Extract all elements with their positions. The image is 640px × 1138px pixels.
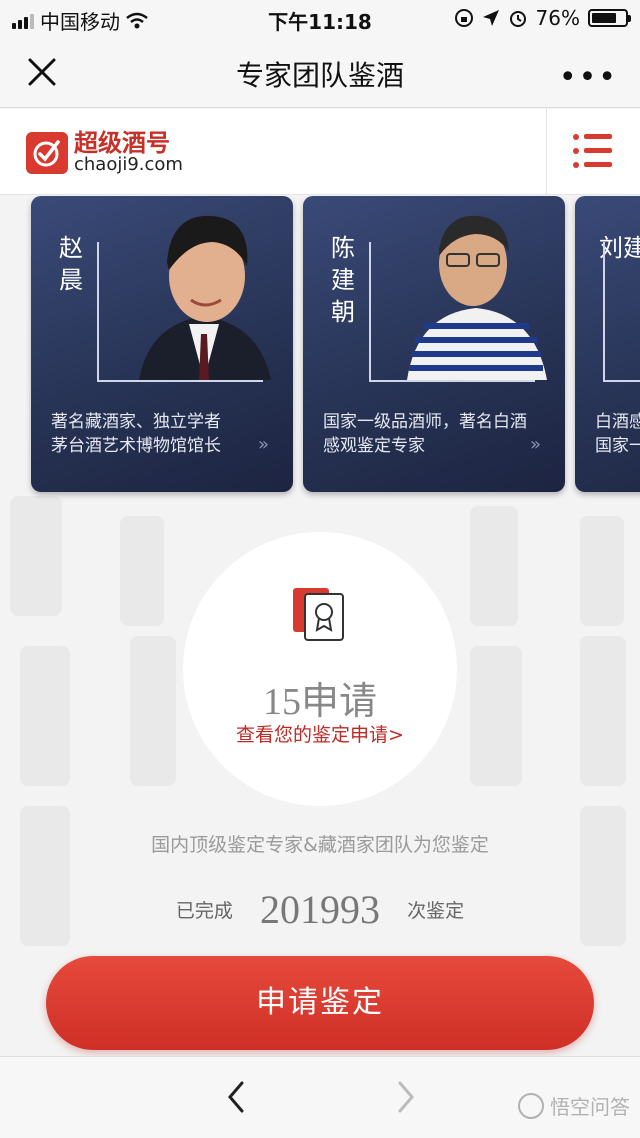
bottle-decoration: [120, 516, 164, 626]
nav-bar: 专家团队鉴酒 •••: [0, 36, 640, 108]
expert-photo: [407, 215, 547, 380]
bottle-decoration: [470, 646, 522, 786]
expert-photo: [139, 215, 271, 380]
brand-header: 超级酒号 chaoji9.com: [0, 109, 640, 195]
bottle-decoration: [130, 636, 176, 786]
stats-suffix: 次鉴定: [407, 900, 465, 922]
stats-prefix: 已完成: [175, 900, 233, 922]
expert-card[interactable]: 刘建 白酒感 国家一: [575, 196, 640, 492]
expert-desc-line: 国家一: [595, 436, 640, 456]
expert-card[interactable]: 赵晨 著名藏酒家、独立学者 茅台酒艺术博物馆馆长 »: [31, 196, 293, 492]
application-summary[interactable]: 15申请 查看您的鉴定申请>: [183, 532, 457, 806]
expert-name: 赵晨: [59, 234, 83, 294]
bottle-decoration: [470, 506, 518, 626]
expert-desc-line: 茅台酒艺术博物馆馆长: [51, 436, 221, 456]
brand-domain: chaoji9.com: [74, 154, 183, 175]
expert-desc-line: 国家一级品酒师，著名白酒: [323, 412, 527, 432]
logo-icon: [26, 132, 68, 174]
photo-frame: [603, 242, 640, 382]
bottle-decoration: [20, 646, 70, 786]
watermark-text: 悟空问答: [550, 1095, 630, 1119]
brand-logo[interactable]: 超级酒号 chaoji9.com: [26, 131, 183, 175]
bottle-decoration: [580, 636, 626, 786]
completed-count: 201993: [260, 887, 380, 932]
location-icon: [482, 10, 499, 26]
more-icon[interactable]: •••: [559, 60, 618, 95]
tagline: 国内顶级鉴定专家&藏酒家团队为您鉴定: [151, 834, 489, 856]
back-arrow-icon[interactable]: [222, 1079, 250, 1115]
main-content: 赵晨 著名藏酒家、独立学者 茅台酒艺术博物馆馆长 » 陈建朝 国家一级品酒师，著…: [0, 196, 640, 1056]
page-title: 专家团队鉴酒: [235, 59, 404, 92]
watermark-icon: [518, 1092, 544, 1119]
status-bar: 中国移动 下午11:18 76%: [0, 0, 640, 36]
header-divider: [546, 109, 547, 195]
battery-fill: [592, 13, 617, 23]
completed-stats: 已完成 201993 次鉴定: [0, 886, 640, 933]
brand-name: 超级酒号: [74, 129, 170, 157]
chevron-right-icon: »: [257, 434, 269, 455]
expert-desc-line: 著名藏酒家、独立学者: [51, 412, 221, 432]
view-applications-link[interactable]: 查看您的鉴定申请>: [183, 720, 457, 747]
bottle-decoration: [10, 496, 62, 616]
watermark: 悟空问答: [518, 1091, 630, 1120]
bottle-decoration: [580, 516, 624, 626]
rotation-lock-icon: [454, 9, 473, 27]
chevron-right-icon: »: [529, 434, 541, 455]
battery-icon: [588, 9, 631, 27]
forward-arrow-icon[interactable]: [392, 1079, 420, 1115]
battery-percent: 76%: [535, 6, 580, 30]
application-count: 15申请: [262, 681, 377, 723]
menu-icon[interactable]: [572, 131, 614, 171]
browser-toolbar: 悟空问答: [0, 1056, 640, 1138]
apply-button[interactable]: 申请鉴定: [46, 956, 594, 1050]
expert-desc-line: 感观鉴定专家: [323, 436, 425, 456]
certificate-icon: [293, 588, 344, 641]
alarm-icon: [509, 11, 526, 27]
expert-desc-line: 白酒感: [595, 412, 640, 432]
expert-name: 陈建朝: [331, 234, 355, 326]
expert-card[interactable]: 陈建朝 国家一级品酒师，著名白酒 感观鉴定专家 »: [303, 196, 565, 492]
